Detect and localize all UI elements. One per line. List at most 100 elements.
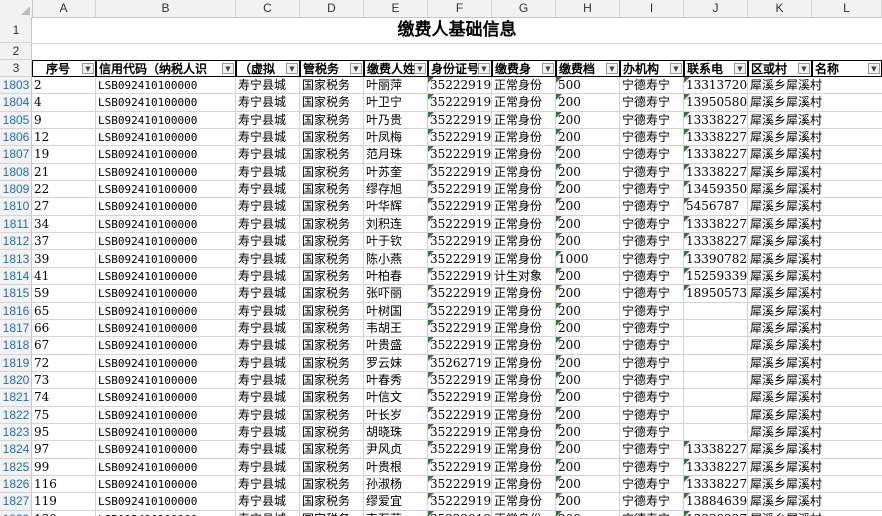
cell-k[interactable]: 犀溪乡犀溪村 bbox=[748, 355, 882, 372]
cell-k[interactable]: 犀溪乡犀溪村 bbox=[748, 268, 882, 286]
row-header[interactable]: 1809 bbox=[0, 181, 32, 199]
cell-e[interactable]: 孙淑杨 bbox=[364, 476, 428, 494]
cell-i[interactable]: 宁德寿宁 bbox=[620, 215, 684, 234]
cell-k[interactable]: 犀溪乡犀溪村 bbox=[748, 441, 882, 459]
cell-g[interactable]: 正常身份 bbox=[492, 319, 556, 338]
cell-h[interactable]: 200 bbox=[556, 198, 620, 216]
cell-k[interactable]: 犀溪乡犀溪村 bbox=[748, 112, 882, 130]
cell-a[interactable]: 37 bbox=[32, 233, 96, 251]
row-header[interactable]: 1821 bbox=[0, 389, 32, 407]
cell-f[interactable]: 352229198 bbox=[428, 111, 492, 130]
header-cell-h[interactable]: 缴费档 ▼ bbox=[556, 60, 620, 77]
cell-d[interactable]: 国家税务 bbox=[300, 250, 364, 268]
cell-k[interactable]: 犀溪乡犀溪村 bbox=[748, 337, 882, 355]
cell-b[interactable]: LSB092410100000 bbox=[96, 458, 236, 477]
cell-d[interactable]: 国家税务 bbox=[300, 493, 364, 511]
cell-a[interactable]: 95 bbox=[32, 424, 96, 442]
cell-e[interactable]: 缪存旭 bbox=[364, 181, 428, 199]
filter-dropdown-icon[interactable]: ▼ bbox=[868, 63, 880, 74]
cell-e[interactable]: 叶于钦 bbox=[364, 233, 428, 251]
row-header[interactable]: 1828 bbox=[0, 511, 32, 516]
cell-h[interactable]: 200 bbox=[556, 337, 620, 355]
cell-j[interactable]: 189505735 bbox=[684, 285, 748, 303]
cell-i[interactable]: 宁德寿宁 bbox=[620, 129, 684, 147]
cell-i[interactable]: 宁德寿宁 bbox=[620, 441, 684, 459]
cell-f[interactable]: 352229196 bbox=[428, 215, 492, 234]
cell-d[interactable]: 国家税务 bbox=[300, 267, 364, 286]
cell-e[interactable]: 叶贵盛 bbox=[364, 337, 428, 355]
header-cell-k[interactable]: 区或村 ▼ bbox=[748, 60, 812, 77]
cell-g[interactable]: 正常身份 bbox=[492, 94, 556, 112]
header-cell-l[interactable]: 名称 ▼ bbox=[812, 60, 882, 77]
cell-j[interactable] bbox=[684, 406, 748, 424]
cell-b[interactable]: LSB092410100000 bbox=[96, 424, 236, 442]
cell-f[interactable]: 352229196 bbox=[428, 476, 492, 494]
cell-h[interactable]: 200 bbox=[556, 354, 620, 372]
row-header[interactable]: 1820 bbox=[0, 372, 32, 390]
cell-i[interactable]: 宁德寿宁 bbox=[620, 510, 684, 516]
cell-c[interactable]: 寿宁县城 bbox=[236, 163, 300, 182]
cell-j[interactable]: 133382273 bbox=[684, 510, 748, 516]
cell-k[interactable]: 犀溪乡犀溪村 bbox=[748, 216, 882, 234]
cell-j[interactable]: 134593507 bbox=[684, 181, 748, 199]
cell-b[interactable]: LSB092410100000 bbox=[96, 267, 236, 286]
cell-a[interactable]: 59 bbox=[32, 285, 96, 303]
cell-g[interactable]: 正常身份 bbox=[492, 354, 556, 372]
cell-e[interactable]: 韦石荣 bbox=[364, 510, 428, 516]
cell-f[interactable]: 352229196 bbox=[428, 146, 492, 164]
cell-e[interactable]: 张吓丽 bbox=[364, 285, 428, 303]
cell-j[interactable] bbox=[684, 337, 748, 355]
cell-a[interactable]: 39 bbox=[32, 250, 96, 268]
cell-i[interactable]: 宁德寿宁 bbox=[620, 250, 684, 268]
cell-e[interactable]: 叶春秀 bbox=[364, 371, 428, 390]
cell-h[interactable]: 200 bbox=[556, 267, 620, 286]
cell-c[interactable]: 寿宁县城 bbox=[236, 354, 300, 372]
cell-g[interactable]: 正常身份 bbox=[492, 181, 556, 199]
cell-c[interactable]: 寿宁县城 bbox=[236, 476, 300, 494]
header-cell-b[interactable]: 信用代码（纳税人识 ▼ bbox=[96, 60, 236, 77]
cell-j[interactable]: 133382273 bbox=[684, 111, 748, 130]
column-header-l[interactable]: L bbox=[812, 0, 882, 17]
cell-h[interactable]: 200 bbox=[556, 371, 620, 390]
cell-d[interactable]: 国家税务 bbox=[300, 302, 364, 320]
cell-c[interactable]: 寿宁县城 bbox=[236, 441, 300, 459]
cell-c[interactable]: 寿宁县城 bbox=[236, 250, 300, 268]
cell-h[interactable]: 200 bbox=[556, 129, 620, 147]
row-header[interactable]: 1813 bbox=[0, 251, 32, 268]
cell-h[interactable]: 200 bbox=[556, 111, 620, 130]
cell-g[interactable]: 正常身份 bbox=[492, 111, 556, 130]
cell-g[interactable]: 正常身份 bbox=[492, 77, 556, 95]
cell-j[interactable] bbox=[684, 371, 748, 390]
cell-c[interactable]: 寿宁县城 bbox=[236, 267, 300, 286]
cell-f[interactable]: 352627197 bbox=[428, 354, 492, 372]
cell-j[interactable]: 133382273 bbox=[684, 129, 748, 147]
cell-i[interactable]: 宁德寿宁 bbox=[620, 476, 684, 494]
cell-j[interactable] bbox=[684, 389, 748, 407]
cell-i[interactable]: 宁德寿宁 bbox=[620, 111, 684, 130]
cell-a[interactable]: 97 bbox=[32, 441, 96, 459]
cell-j[interactable] bbox=[684, 319, 748, 338]
cell-g[interactable]: 正常身份 bbox=[492, 250, 556, 268]
row-header[interactable]: 1811 bbox=[0, 216, 32, 234]
cell-j[interactable] bbox=[684, 424, 748, 442]
cell-h[interactable]: 200 bbox=[556, 233, 620, 251]
cell-h[interactable]: 200 bbox=[556, 163, 620, 182]
row-header[interactable]: 1814 bbox=[0, 268, 32, 286]
cell-j[interactable]: 133907822 bbox=[684, 250, 748, 268]
filter-dropdown-icon[interactable]: ▼ bbox=[542, 63, 554, 74]
cell-b[interactable]: LSB092410100000 bbox=[96, 215, 236, 234]
cell-i[interactable]: 宁德寿宁 bbox=[620, 337, 684, 355]
cell-e[interactable]: 叶苏奎 bbox=[364, 163, 428, 182]
cell-b[interactable]: LSB092410100000 bbox=[96, 163, 236, 182]
cell-c[interactable]: 寿宁县城 bbox=[236, 510, 300, 516]
cell-a[interactable]: 75 bbox=[32, 406, 96, 424]
cell-c[interactable]: 寿宁县城 bbox=[236, 424, 300, 442]
column-header-c[interactable]: C bbox=[236, 0, 300, 17]
row-header[interactable]: 2 bbox=[0, 43, 32, 60]
cell-k[interactable]: 犀溪乡犀溪村 bbox=[748, 493, 882, 511]
cell-a[interactable]: 73 bbox=[32, 371, 96, 390]
cell-f[interactable]: 352229197 bbox=[428, 233, 492, 251]
cell-f[interactable]: 352229197 bbox=[428, 458, 492, 477]
cell-d[interactable]: 国家税务 bbox=[300, 337, 364, 355]
filter-dropdown-icon[interactable]: ▼ bbox=[670, 63, 682, 74]
